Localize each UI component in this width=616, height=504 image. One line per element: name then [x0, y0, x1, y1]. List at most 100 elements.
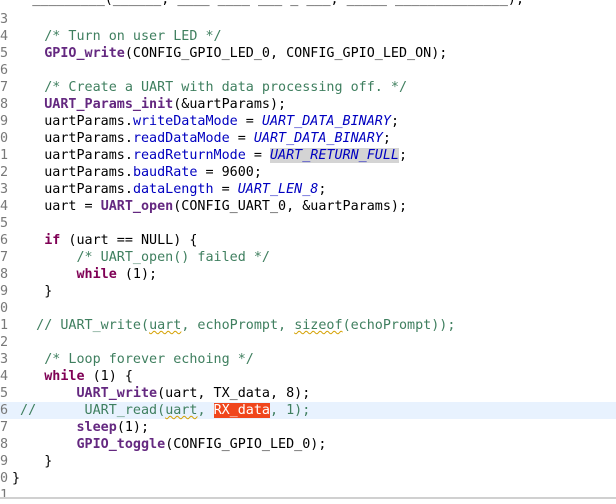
code-token: =	[237, 114, 262, 129]
line-number: 4	[0, 199, 9, 214]
line-code[interactable]: uart = UART_open(CONFIG_UART_0, &uartPar…	[12, 198, 407, 215]
line-code[interactable]: /* Turn on user LED */	[12, 28, 222, 45]
code-token: if	[44, 233, 61, 248]
code-line[interactable]: 8 while (1);	[0, 266, 616, 283]
code-line[interactable]: 4 while (1) {	[0, 368, 616, 385]
code-token: uart =	[12, 199, 101, 214]
line-code[interactable]: uartParams.writeDataMode = UART_DATA_BIN…	[12, 113, 399, 130]
line-code[interactable]: // UART_write(uart, echoPrompt, sizeof(e…	[12, 317, 455, 334]
code-token: = 9600;	[197, 165, 262, 180]
line-code[interactable]: uartParams.dataLength = UART_LEN_8;	[12, 181, 326, 198]
line-number: 7	[0, 420, 9, 435]
line-code[interactable]: UART_write(uart, TX_data, 8);	[12, 385, 311, 402]
line-number: 3	[0, 352, 9, 367]
line-code[interactable]: uartParams.readReturnMode = UART_RETURN_…	[12, 147, 407, 164]
line-number: 8	[0, 437, 9, 452]
code-line[interactable]: 4 uart = UART_open(CONFIG_UART_0, &uartP…	[0, 198, 616, 215]
code-token: UART_Params_init	[44, 97, 174, 112]
code-line[interactable]: 9 uartParams.writeDataMode = UART_DATA_B…	[0, 113, 616, 130]
code-line[interactable]: 9 }	[0, 283, 616, 300]
code-token: ;	[382, 131, 391, 146]
line-number: 5	[0, 386, 9, 401]
code-token: uart	[149, 318, 182, 333]
code-line[interactable]: 3 /* Loop forever echoing */	[0, 351, 616, 368]
code-line[interactable]: 7 sleep(1);	[0, 419, 616, 436]
code-token: /* UART_open() failed */	[12, 250, 270, 265]
code-line[interactable]: 0	[0, 300, 616, 317]
code-line[interactable]: 1	[0, 487, 616, 504]
line-code[interactable]: }	[12, 453, 52, 470]
code-token: UART_open	[100, 199, 174, 214]
code-token: (&uartParams);	[173, 97, 287, 112]
code-token: (echoPrompt));	[342, 318, 456, 333]
line-code[interactable]: /* UART_open() failed */	[12, 249, 270, 266]
line-number: 8	[0, 267, 9, 282]
code-line[interactable]: 6 if (uart == NULL) {	[0, 232, 616, 249]
code-line[interactable]: 0}	[0, 470, 616, 487]
line-number: 5	[0, 46, 9, 61]
code-line[interactable]: 5	[0, 215, 616, 232]
code-line[interactable]: 7 /* UART_open() failed */	[0, 249, 616, 266]
line-code[interactable]: /* Create a UART with data processing of…	[12, 79, 407, 96]
code-token: =	[213, 182, 238, 197]
code-token: ;	[390, 114, 399, 129]
code-token: sizeof	[294, 318, 343, 333]
code-line[interactable]: 3	[0, 11, 616, 28]
code-line[interactable]: 2	[0, 334, 616, 351]
line-code[interactable]: }	[12, 283, 52, 300]
code-token: readReturnMode	[132, 148, 246, 163]
code-token: /* Turn on user LED */	[12, 29, 222, 44]
line-number: 2	[0, 165, 9, 180]
line-code[interactable]: uartParams.baudRate = 9600;	[12, 164, 262, 181]
code-line[interactable]: 3 uartParams.dataLength = UART_LEN_8;	[0, 181, 616, 198]
line-number: 6	[0, 233, 9, 248]
code-line[interactable]: 2 uartParams.baudRate = 9600;	[0, 164, 616, 181]
line-code[interactable]: /* Loop forever echoing */	[12, 351, 254, 368]
partial-top-line: _________(______, ____ ____ ___ _ ___, _…	[0, 0, 524, 9]
line-code[interactable]: uartParams.readDataMode = UART_DATA_BINA…	[12, 130, 391, 147]
code-token: UART_DATA_BINARY	[253, 131, 383, 146]
code-line[interactable]: 9 }	[0, 453, 616, 470]
line-number: 4	[0, 369, 9, 384]
code-line[interactable]: 1 // UART_write(uart, echoPrompt, sizeof…	[0, 317, 616, 334]
code-line[interactable]: 7 /* Create a UART with data processing …	[0, 79, 616, 96]
code-token: uartParams.	[12, 114, 133, 129]
code-line[interactable]: 0 uartParams.readDataMode = UART_DATA_BI…	[0, 130, 616, 147]
code-token: UART_RETURN_FULL	[270, 148, 399, 163]
code-token: (CONFIG_GPIO_LED_0, CONFIG_GPIO_LED_ON);	[124, 46, 448, 61]
line-code[interactable]: GPIO_toggle(CONFIG_GPIO_LED_0);	[12, 436, 327, 453]
code-line[interactable]: 4 /* Turn on user LED */	[0, 28, 616, 45]
line-number: 9	[0, 284, 9, 299]
code-line[interactable]: 8 GPIO_toggle(CONFIG_GPIO_LED_0);	[0, 436, 616, 453]
code-token: , 1);	[270, 403, 311, 418]
code-token: uartParams.	[12, 182, 133, 197]
code-line[interactable]: 8 UART_Params_init(&uartParams);	[0, 96, 616, 113]
code-line[interactable]: 5 GPIO_write(CONFIG_GPIO_LED_0, CONFIG_G…	[0, 45, 616, 62]
line-number: 3	[0, 12, 9, 27]
code-token: while	[44, 369, 85, 384]
line-code[interactable]: sleep(1);	[12, 419, 150, 436]
line-code[interactable]: UART_Params_init(&uartParams);	[12, 96, 286, 113]
code-line[interactable]: 1 uartParams.readReturnMode = UART_RETUR…	[0, 147, 616, 164]
code-token: (uart, TX_data, 8);	[157, 386, 311, 401]
line-code[interactable]: GPIO_write(CONFIG_GPIO_LED_0, CONFIG_GPI…	[12, 45, 447, 62]
code-editor[interactable]: _________(______, ____ ____ ___ _ ___, _…	[0, 0, 616, 503]
line-code[interactable]: if (uart == NULL) {	[12, 232, 197, 249]
code-line[interactable]: 5 UART_write(uart, TX_data, 8);	[0, 385, 616, 402]
code-token: GPIO_toggle	[76, 437, 166, 452]
line-code[interactable]: }	[12, 470, 20, 487]
code-line[interactable]: 6	[0, 62, 616, 79]
code-token: dataLength	[132, 182, 214, 197]
line-code[interactable]: // UART_read(uart, RX_data, 1);	[12, 402, 310, 419]
code-token: /* Create a UART with data processing of…	[12, 80, 408, 95]
code-line[interactable]: 6 // UART_read(uart, RX_data, 1);	[0, 402, 616, 419]
line-code[interactable]: while (1) {	[12, 368, 133, 385]
line-number: 0	[0, 301, 9, 316]
line-code[interactable]: while (1);	[12, 266, 158, 283]
